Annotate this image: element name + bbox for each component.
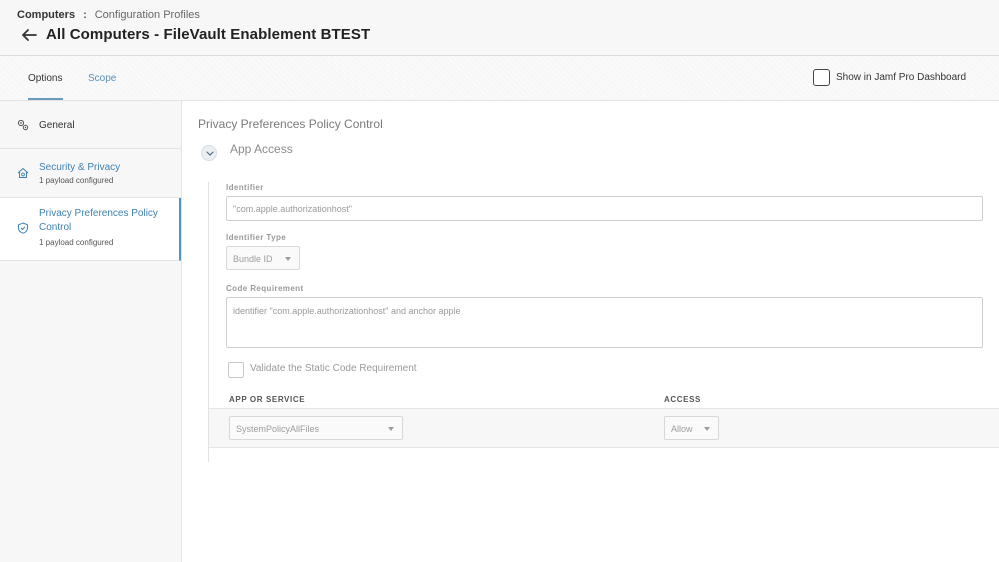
collapse-button[interactable] bbox=[201, 145, 217, 161]
show-in-dashboard-checkbox[interactable] bbox=[813, 69, 830, 86]
breadcrumb-separator: : bbox=[83, 9, 87, 21]
identifier-type-label: Identifier Type bbox=[226, 233, 287, 242]
sidebar-item-general[interactable]: General bbox=[0, 101, 181, 149]
sidebar-item-label: General bbox=[39, 120, 75, 131]
breadcrumb-computers[interactable]: Computers bbox=[17, 9, 75, 21]
identifier-input[interactable]: "com.apple.authorizationhost" bbox=[226, 196, 983, 221]
breadcrumb-configuration-profiles[interactable]: Configuration Profiles bbox=[95, 9, 200, 21]
chevron-down-icon bbox=[206, 151, 214, 156]
tab-options[interactable]: Options bbox=[28, 73, 62, 84]
sidebar: General Security & Privacy 1 payload con… bbox=[0, 101, 182, 562]
title-row: All Computers - FileVault Enablement BTE… bbox=[20, 26, 370, 43]
code-requirement-textarea[interactable]: identifier "com.apple.authorizationhost"… bbox=[226, 297, 983, 348]
access-select[interactable]: Allow bbox=[664, 416, 719, 440]
app-service-value: SystemPolicyAllFiles bbox=[236, 424, 320, 434]
caret-down-icon bbox=[388, 427, 394, 431]
back-arrow-icon[interactable] bbox=[20, 27, 38, 43]
show-in-dashboard-label[interactable]: Show in Jamf Pro Dashboard bbox=[836, 72, 966, 83]
validate-label[interactable]: Validate the Static Code Requirement bbox=[250, 363, 417, 374]
column-header-access: ACCESS bbox=[664, 395, 701, 404]
identifier-type-select[interactable]: Bundle ID bbox=[226, 246, 300, 270]
shield-icon bbox=[18, 222, 28, 234]
column-header-app: APP OR SERVICE bbox=[229, 395, 306, 404]
validate-checkbox[interactable] bbox=[228, 362, 244, 378]
identifier-label: Identifier bbox=[226, 183, 264, 192]
table-row: SystemPolicyAllFiles Allow bbox=[209, 408, 999, 448]
caret-down-icon bbox=[285, 257, 291, 261]
sidebar-item-security-privacy[interactable]: Security & Privacy 1 payload configured bbox=[0, 149, 181, 198]
breadcrumb: Computers : Configuration Profiles bbox=[17, 9, 200, 21]
sidebar-item-sublabel: 1 payload configured bbox=[39, 176, 114, 185]
section-title: Privacy Preferences Policy Control bbox=[198, 117, 383, 131]
active-tab-indicator bbox=[28, 98, 63, 100]
sidebar-item-sublabel: 1 payload configured bbox=[39, 238, 114, 247]
access-value: Allow bbox=[671, 424, 693, 434]
subsection-title: App Access bbox=[230, 142, 293, 156]
app-service-select[interactable]: SystemPolicyAllFiles bbox=[229, 416, 403, 440]
gears-icon bbox=[17, 119, 29, 131]
house-shield-icon bbox=[17, 168, 29, 178]
header: Computers : Configuration Profiles All C… bbox=[0, 0, 999, 56]
tab-bar: Options Scope Show in Jamf Pro Dashboard bbox=[0, 56, 999, 101]
caret-down-icon bbox=[704, 427, 710, 431]
page-title: All Computers - FileVault Enablement BTE… bbox=[46, 26, 371, 43]
sidebar-item-privacy-preferences[interactable]: Privacy Preferences Policy Control 1 pay… bbox=[0, 198, 181, 261]
sidebar-item-label: Security & Privacy bbox=[39, 162, 121, 173]
identifier-type-value: Bundle ID bbox=[233, 254, 273, 264]
code-requirement-label: Code Requirement bbox=[226, 284, 304, 293]
tab-scope[interactable]: Scope bbox=[88, 73, 116, 84]
sidebar-item-label: Privacy Preferences Policy Control bbox=[39, 208, 158, 233]
